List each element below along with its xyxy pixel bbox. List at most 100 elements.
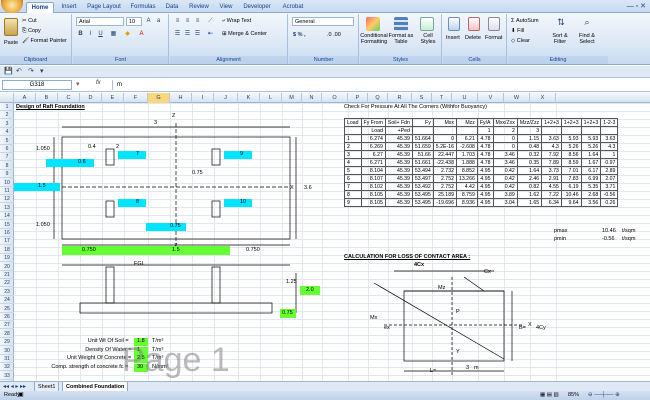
- table-cell[interactable]: 7.22: [541, 190, 562, 199]
- cell-cyan-col7[interactable]: [118, 151, 146, 159]
- cell-cyan-col10[interactable]: [224, 199, 252, 207]
- column-header-e[interactable]: E: [102, 93, 124, 103]
- delete-cells-icon[interactable]: [468, 17, 480, 31]
- table-cell[interactable]: 4.78: [476, 134, 494, 143]
- table-cell[interactable]: [344, 126, 362, 135]
- copy-button[interactable]: ⎘ Copy: [22, 27, 41, 35]
- table-cell[interactable]: 2: [492, 126, 518, 135]
- table-cell[interactable]: 4.3: [541, 142, 562, 151]
- row-header[interactable]: 18: [0, 246, 14, 254]
- table-cell[interactable]: 8.759: [455, 190, 478, 199]
- table-cell[interactable]: 51.659: [411, 142, 434, 151]
- table-cell[interactable]: Fy: [411, 118, 434, 127]
- table-cell[interactable]: 0.42: [492, 166, 518, 175]
- table-cell[interactable]: 5.2E-16: [432, 142, 457, 151]
- row-header[interactable]: 8: [0, 162, 14, 170]
- row-header[interactable]: 33: [0, 372, 14, 380]
- align-left-icon[interactable]: ☰: [173, 30, 182, 39]
- paste-button[interactable]: Paste: [4, 39, 18, 47]
- column-header-l[interactable]: L: [260, 93, 282, 103]
- table-cell[interactable]: 4.95: [476, 166, 494, 175]
- tab-home[interactable]: Home: [26, 2, 54, 13]
- row-header[interactable]: 5: [0, 137, 14, 145]
- table-cell[interactable]: 8: [344, 190, 362, 199]
- underline-icon[interactable]: U: [96, 30, 105, 39]
- table-cell[interactable]: 4.42: [455, 182, 478, 191]
- top-align-icon[interactable]: ≡: [173, 17, 182, 26]
- column-header-r[interactable]: R: [388, 93, 412, 103]
- table-cell[interactable]: Fy From: [360, 118, 386, 127]
- table-cell[interactable]: 45.39: [384, 142, 413, 151]
- table-cell[interactable]: 1: [344, 134, 362, 143]
- wrap-text-button[interactable]: ⤶ Wrap Text: [222, 17, 251, 25]
- row-header[interactable]: 25: [0, 305, 14, 313]
- table-cell[interactable]: 6.27: [360, 150, 386, 159]
- column-header-u[interactable]: U: [452, 93, 478, 103]
- row-header[interactable]: 32: [0, 363, 14, 372]
- table-cell[interactable]: 2: [344, 142, 362, 151]
- row-header[interactable]: 7: [0, 153, 14, 162]
- column-header-w[interactable]: W: [504, 93, 530, 103]
- view-buttons-icons[interactable]: ▦ ▤ ▥: [540, 391, 559, 400]
- table-cell[interactable]: [580, 126, 602, 135]
- table-cell[interactable]: 1+2+3: [541, 118, 562, 127]
- table-cell[interactable]: 1.65: [516, 198, 543, 207]
- table-cell[interactable]: 4.78: [476, 158, 494, 167]
- table-cell[interactable]: 45.39: [384, 174, 413, 183]
- bottom-align-icon[interactable]: ≡: [193, 17, 202, 26]
- table-cell[interactable]: 4.95: [476, 182, 494, 191]
- cancel-icon[interactable]: ▾: [76, 80, 80, 88]
- window-controls[interactable]: — ▫ ✕: [627, 2, 646, 10]
- table-cell[interactable]: 1-2-3: [600, 118, 619, 127]
- table-cell[interactable]: +Ped: [384, 126, 413, 135]
- table-cell[interactable]: 45.39: [384, 158, 413, 167]
- table-cell[interactable]: 8.107: [360, 174, 386, 183]
- column-header-k[interactable]: K: [238, 93, 260, 103]
- grow-font-icon[interactable]: A: [144, 17, 153, 26]
- paste-icon[interactable]: [4, 18, 18, 36]
- table-cell[interactable]: Mxx: [432, 118, 457, 127]
- table-cell[interactable]: 1.67: [580, 158, 602, 167]
- cell-cyan-col9[interactable]: [224, 151, 252, 159]
- row-header[interactable]: 12: [0, 195, 14, 204]
- table-cell[interactable]: 2.07: [600, 174, 619, 183]
- table-cell[interactable]: 51.664: [411, 134, 434, 143]
- table-cell[interactable]: 0: [492, 142, 518, 151]
- table-cell[interactable]: 1.64: [580, 150, 602, 159]
- table-cell[interactable]: [455, 126, 478, 135]
- select-all-corner[interactable]: [0, 93, 14, 103]
- cell-cyan-15[interactable]: [14, 183, 60, 191]
- table-cell[interactable]: 3.89: [492, 190, 518, 199]
- row-header[interactable]: 6: [0, 145, 14, 153]
- table-cell[interactable]: 5.93: [560, 134, 582, 143]
- bold-icon[interactable]: B: [76, 30, 85, 39]
- row-header[interactable]: 16: [0, 229, 14, 237]
- table-cell[interactable]: 4.78: [476, 142, 494, 151]
- row-header[interactable]: 15: [0, 221, 14, 229]
- column-header-a[interactable]: A: [14, 93, 36, 103]
- table-cell[interactable]: 8.56: [560, 150, 582, 159]
- zoom-slider[interactable]: ⊖ ──┼── ⊕: [588, 391, 620, 400]
- column-header-n[interactable]: N: [302, 93, 322, 103]
- table-cell[interactable]: 0.97: [600, 158, 619, 167]
- row-header[interactable]: 31: [0, 355, 14, 363]
- fill-button[interactable]: ⬇ Fill: [511, 27, 524, 35]
- conditional-formatting-button[interactable]: Conditional Formatting: [360, 33, 388, 45]
- table-cell[interactable]: 45.39: [384, 198, 413, 207]
- sort-filter-button[interactable]: Sort & Filter: [548, 33, 572, 45]
- row-header[interactable]: 14: [0, 212, 14, 221]
- table-cell[interactable]: 45.39: [384, 182, 413, 191]
- table-cell[interactable]: -19.696: [432, 198, 457, 207]
- table-cell[interactable]: 8.852: [455, 166, 478, 175]
- table-cell[interactable]: 8.104: [360, 166, 386, 175]
- table-cell[interactable]: 2.91: [541, 174, 562, 183]
- autosum-button[interactable]: Σ AutoSum: [511, 17, 539, 25]
- table-cell[interactable]: 1+2+3: [560, 118, 582, 127]
- table-cell[interactable]: Soil+ Fdn: [384, 118, 413, 127]
- table-cell[interactable]: 2.68: [580, 190, 602, 199]
- table-cell[interactable]: [541, 126, 562, 135]
- table-cell[interactable]: 3.56: [580, 198, 602, 207]
- table-cell[interactable]: 7.89: [541, 158, 562, 167]
- cell-cyan-06[interactable]: [46, 159, 94, 167]
- merge-center-button[interactable]: ⊞ Merge & Center: [222, 30, 267, 38]
